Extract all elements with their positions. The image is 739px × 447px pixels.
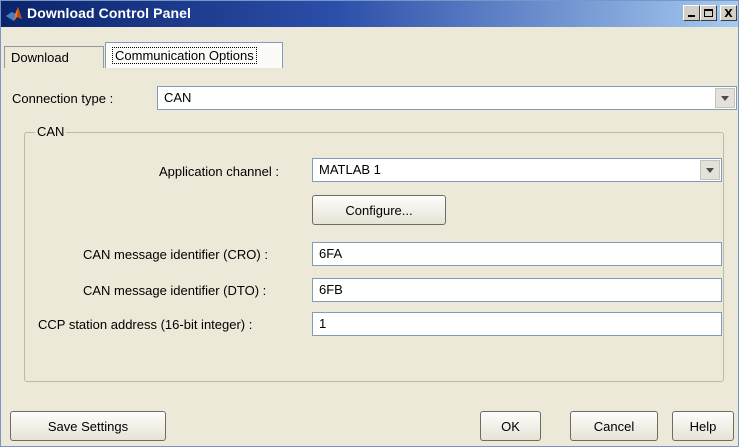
save-settings-label: Save Settings xyxy=(47,418,129,434)
connection-type-value: CAN xyxy=(164,90,192,105)
dto-identifier-label: CAN message identifier (DTO) : xyxy=(83,283,267,298)
matlab-icon xyxy=(6,7,22,21)
application-channel-select[interactable]: MATLAB 1 xyxy=(312,158,722,182)
minimize-button[interactable] xyxy=(683,5,700,21)
save-settings-button[interactable]: Save Settings xyxy=(10,411,166,441)
button-bar: Save Settings OK Cancel Help xyxy=(1,406,738,446)
window-title: Download Control Panel xyxy=(27,5,191,21)
connection-type-select[interactable]: CAN xyxy=(157,86,737,110)
cro-identifier-label: CAN message identifier (CRO) : xyxy=(83,247,268,262)
station-address-input[interactable]: 1 xyxy=(312,312,722,336)
help-button[interactable]: Help xyxy=(672,411,734,441)
tab-download[interactable]: Download xyxy=(4,46,104,68)
configure-button-label: Configure... xyxy=(345,202,413,218)
dropdown-arrow-button[interactable] xyxy=(715,88,735,108)
tab-communication-options[interactable]: Communication Options xyxy=(105,42,283,68)
tab-download-label: Download xyxy=(11,50,69,65)
title-bar[interactable]: Download Control Panel X xyxy=(1,1,738,27)
can-group-title: CAN xyxy=(35,124,67,139)
ok-button[interactable]: OK xyxy=(480,411,541,441)
dto-identifier-input[interactable]: 6FB xyxy=(312,278,722,302)
application-channel-value: MATLAB 1 xyxy=(319,162,381,177)
chevron-down-icon xyxy=(706,167,714,173)
close-button[interactable]: X xyxy=(720,5,737,21)
dropdown-arrow-button[interactable] xyxy=(700,160,720,180)
cancel-button[interactable]: Cancel xyxy=(570,411,658,441)
cancel-label: Cancel xyxy=(593,418,635,434)
download-control-panel-window: Download Control Panel X Download Commun… xyxy=(0,0,739,447)
maximize-button[interactable] xyxy=(700,5,717,21)
help-label: Help xyxy=(689,418,717,434)
configure-button[interactable]: Configure... xyxy=(312,195,446,225)
connection-type-label: Connection type : xyxy=(12,91,114,106)
close-icon: X xyxy=(724,6,733,20)
maximize-icon xyxy=(704,9,713,17)
ok-label: OK xyxy=(501,418,520,434)
chevron-down-icon xyxy=(721,95,729,101)
tab-communication-options-label: Communication Options xyxy=(112,47,257,64)
tab-strip: Download Communication Options xyxy=(1,28,738,72)
application-channel-label: Application channel : xyxy=(159,164,279,179)
minimize-icon xyxy=(688,15,695,17)
station-address-label: CCP station address (16-bit integer) : xyxy=(38,317,253,332)
cro-identifier-input[interactable]: 6FA xyxy=(312,242,722,266)
